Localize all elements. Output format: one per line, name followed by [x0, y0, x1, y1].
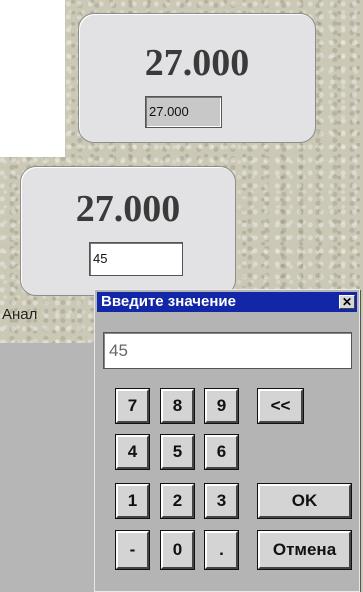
analog-label: Анал [2, 306, 38, 323]
ok-button[interactable]: OK [258, 484, 351, 518]
key-3[interactable]: 3 [205, 484, 238, 518]
panel-value-main: 27.000 [75, 188, 181, 230]
value-edit-field[interactable]: 45 [89, 242, 183, 276]
key-2[interactable]: 2 [161, 484, 194, 518]
key-6[interactable]: 6 [205, 435, 238, 469]
close-icon: ✕ [341, 295, 353, 309]
value-panel-main: 27.000 45 [20, 166, 236, 296]
dialog-titlebar[interactable]: Введите значение ✕ [97, 292, 357, 312]
value-panel-top: 27.000 27.000 [78, 13, 316, 143]
key-1[interactable]: 1 [116, 484, 149, 518]
readonly-value-field: 27.000 [145, 96, 222, 128]
key-7[interactable]: 7 [116, 389, 149, 423]
key-4[interactable]: 4 [116, 435, 149, 469]
key-8[interactable]: 8 [161, 389, 194, 423]
panel-value-top: 27.000 [144, 42, 250, 84]
cancel-button[interactable]: Отмена [258, 531, 351, 569]
key-5[interactable]: 5 [161, 435, 194, 469]
dialog-value-input[interactable]: 45 [103, 332, 352, 369]
background-white-area [0, 0, 65, 157]
key-0[interactable]: 0 [161, 531, 194, 569]
dialog-title: Введите значение [101, 293, 236, 310]
key-minus[interactable]: - [116, 531, 149, 569]
key-dot[interactable]: . [205, 531, 238, 569]
key-9[interactable]: 9 [205, 389, 238, 423]
close-button[interactable]: ✕ [339, 295, 355, 309]
backspace-button[interactable]: << [258, 389, 303, 423]
input-dialog: Введите значение ✕ 45 7 8 9 << 4 5 6 1 2… [94, 289, 360, 592]
background-gray-area [0, 343, 95, 592]
